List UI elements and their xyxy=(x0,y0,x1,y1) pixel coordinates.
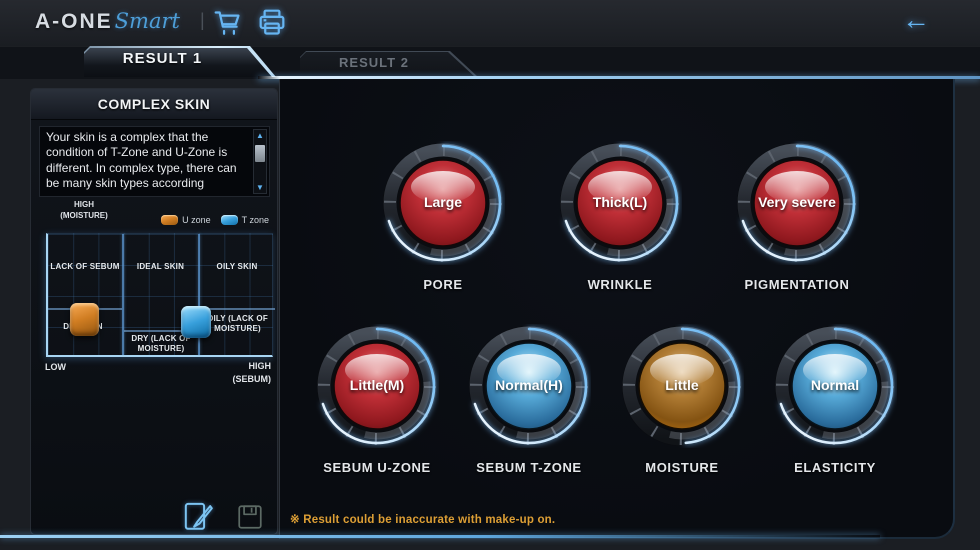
u-zone-marker xyxy=(70,303,99,336)
gauge-pigmentation-label: PIGMENTATION xyxy=(697,277,897,292)
gauge-elasticity-label: ELASTICITY xyxy=(735,460,935,475)
chart-legend: U zone T zone xyxy=(161,215,269,225)
tab-result-2-label: RESULT 2 xyxy=(300,55,448,70)
tab-result-2[interactable]: RESULT 2 xyxy=(300,51,478,77)
t-zone-label: T zone xyxy=(242,215,269,225)
header-divider: | xyxy=(200,10,205,31)
back-arrow-icon[interactable]: ← xyxy=(902,4,930,36)
t-zone-marker xyxy=(181,306,211,338)
tab-result-1[interactable]: RESULT 1 xyxy=(84,46,276,77)
y-axis-high-label: HIGH (MOISTURE) xyxy=(41,199,127,221)
tab-result-1-label: RESULT 1 xyxy=(84,50,241,67)
zone-oily-skin: OILY SKIN xyxy=(199,262,275,272)
scrollbar-thumb[interactable] xyxy=(255,145,265,162)
x-axis-high-label: HIGH (SEBUM) xyxy=(233,360,272,385)
gauge-wrinkle-label: WRINKLE xyxy=(520,277,720,292)
gauge-wrinkle-value: Thick(L) xyxy=(558,194,682,210)
gauge-pigmentation-value: Very severe xyxy=(735,194,859,210)
gauge-moisture[interactable]: Little MOISTURE xyxy=(620,324,744,448)
gauge-sebum-u-zone-value: Little(M) xyxy=(315,377,439,393)
zone-ideal-skin: IDEAL SKIN xyxy=(123,262,198,272)
legend-t-zone: T zone xyxy=(221,215,269,225)
x-axis-high-line2: (SEBUM) xyxy=(233,373,272,386)
app-window: A-ONE Smart | ← RESULT 1 xyxy=(0,0,980,550)
chart-row-divider xyxy=(200,308,275,310)
cart-icon[interactable] xyxy=(212,7,244,39)
skin-type-chart: LACK OF SEBUM IDEAL SKIN OILY SKIN DRY S… xyxy=(46,233,273,357)
legend-u-zone: U zone xyxy=(161,215,211,225)
description-scrollbar[interactable]: ▲ ▼ xyxy=(253,129,267,194)
scroll-down-icon[interactable]: ▼ xyxy=(254,183,266,192)
skin-description-box: Your skin is a complex that the conditio… xyxy=(39,126,270,197)
y-axis-high-line1: HIGH xyxy=(41,199,127,210)
gauge-sebum-t-zone[interactable]: Normal(H) SEBUM T-ZONE xyxy=(467,324,591,448)
zone-lack-of-sebum: LACK OF SEBUM xyxy=(48,262,122,272)
gauge-pore[interactable]: Large PORE xyxy=(381,141,505,265)
y-axis-high-line2: (MOISTURE) xyxy=(41,210,127,221)
makeup-warning-note: ※ Result could be inaccurate with make-u… xyxy=(290,512,555,526)
top-bar: A-ONE Smart | ← xyxy=(0,0,980,46)
u-zone-label: U zone xyxy=(182,215,211,225)
app-logo: A-ONE Smart xyxy=(35,9,180,34)
x-axis-high-line1: HIGH xyxy=(233,360,272,373)
gauge-wrinkle[interactable]: Thick(L) WRINKLE xyxy=(558,141,682,265)
gauge-pore-label: PORE xyxy=(343,277,543,292)
t-zone-swatch xyxy=(221,215,238,225)
zone-oily-lack-of-moisture: OILY (LACK OF MOISTURE) xyxy=(200,314,275,335)
brand-script-text: Smart xyxy=(115,9,180,33)
printer-icon[interactable] xyxy=(256,7,288,39)
bottom-glow-line xyxy=(0,535,880,538)
left-result-panel: COMPLEX SKIN Your skin is a complex that… xyxy=(30,88,278,535)
save-icon[interactable] xyxy=(236,503,264,536)
brand-text: A-ONE xyxy=(35,10,113,34)
gauge-elasticity[interactable]: Normal ELASTICITY xyxy=(773,324,897,448)
x-axis-low-label: LOW xyxy=(45,362,66,372)
results-panel: Large PORE Thick(L) WRINKLE xyxy=(279,79,955,539)
skin-description-text: Your skin is a complex that the conditio… xyxy=(46,130,248,191)
edit-document-icon[interactable] xyxy=(181,500,215,536)
u-zone-swatch xyxy=(161,215,178,225)
gauge-sebum-t-zone-value: Normal(H) xyxy=(467,377,591,393)
gauge-moisture-value: Little xyxy=(620,377,744,393)
gauge-pigmentation[interactable]: Very severe PIGMENTATION xyxy=(735,141,859,265)
skin-type-title: COMPLEX SKIN xyxy=(31,89,277,120)
gauge-elasticity-value: Normal xyxy=(773,377,897,393)
gauge-pore-value: Large xyxy=(381,194,505,210)
scroll-up-icon[interactable]: ▲ xyxy=(254,131,266,140)
gauge-sebum-u-zone[interactable]: Little(M) SEBUM U-ZONE xyxy=(315,324,439,448)
